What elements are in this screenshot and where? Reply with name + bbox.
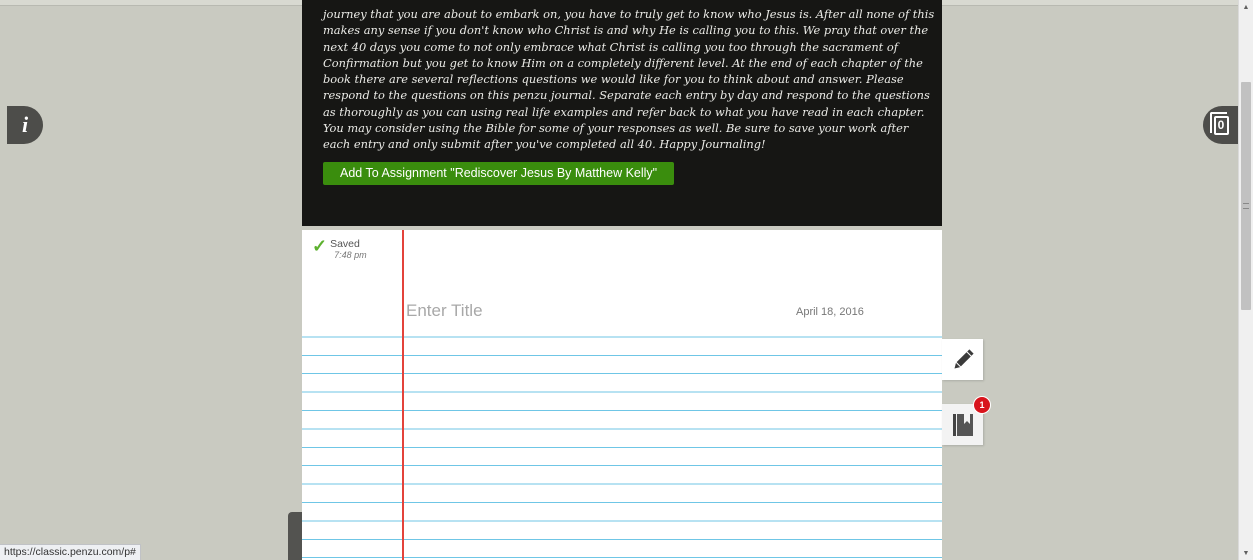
margin-line	[402, 230, 404, 560]
pages-button[interactable]: 0	[1203, 106, 1239, 144]
book-icon	[952, 413, 973, 436]
add-to-assignment-button[interactable]: Add To Assignment "Rediscover Jesus By M…	[323, 161, 675, 185]
info-icon: i	[21, 112, 29, 137]
saved-label: Saved	[330, 238, 360, 250]
scrollbar[interactable]: ▲ ▼	[1238, 0, 1253, 560]
saved-status: ✓ Saved 7:48 pm	[312, 236, 367, 260]
pages-count: 0	[1217, 118, 1225, 132]
entry-date: April 18, 2016	[796, 306, 864, 318]
notebook-badge: 1	[973, 396, 991, 414]
saved-time: 7:48 pm	[334, 250, 367, 260]
scroll-thumb[interactable]	[1241, 82, 1251, 310]
scroll-down-icon[interactable]: ▼	[1239, 546, 1253, 560]
assignment-description: journey that you are about to embark on,…	[323, 7, 935, 152]
check-icon: ✓	[312, 236, 328, 256]
entry-title-input[interactable]	[406, 301, 706, 321]
scroll-up-icon[interactable]: ▲	[1239, 0, 1253, 14]
status-bar-url: https://classic.penzu.com/p#	[0, 544, 141, 560]
edit-button[interactable]	[942, 339, 983, 380]
journal-page[interactable]: ✓ Saved 7:48 pm April 18, 2016	[302, 230, 942, 560]
pencil-icon	[954, 348, 974, 368]
bottom-tab[interactable]	[288, 512, 302, 560]
info-button[interactable]: i	[7, 106, 43, 144]
pages-icon: 0	[1209, 111, 1229, 135]
assignment-banner: journey that you are about to embark on,…	[302, 0, 942, 226]
